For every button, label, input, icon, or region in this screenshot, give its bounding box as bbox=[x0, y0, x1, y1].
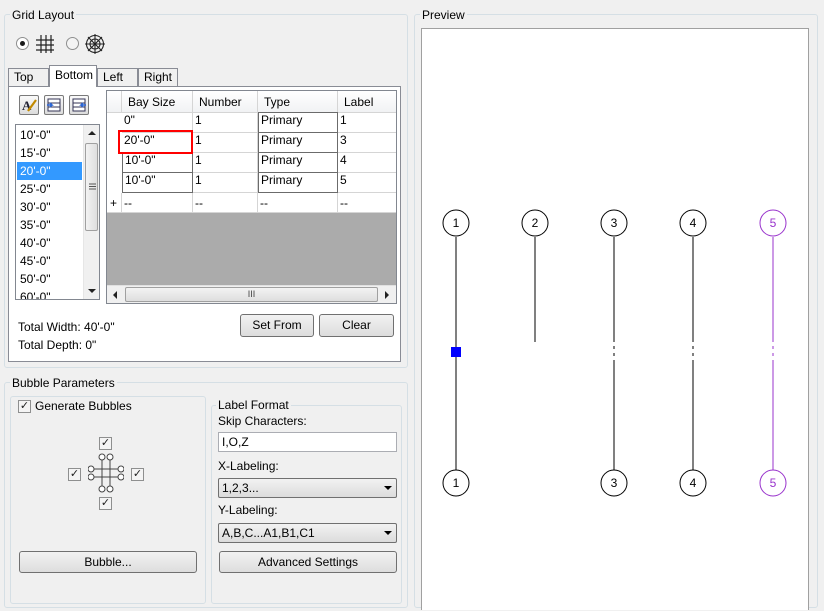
table-cell[interactable]: 1 bbox=[338, 113, 396, 133]
table-cell[interactable]: 10'-0" bbox=[122, 172, 193, 193]
set-from-button[interactable]: Set From bbox=[240, 314, 314, 337]
table-cell[interactable]: Primary bbox=[258, 132, 338, 153]
bubble-label: 1 bbox=[452, 216, 460, 230]
bubble-label: 3 bbox=[610, 476, 618, 490]
rectangular-grid-icon bbox=[36, 35, 54, 53]
x-labeling-select[interactable]: 1,2,3... bbox=[218, 478, 397, 498]
advanced-settings-button[interactable]: Advanced Settings bbox=[219, 551, 397, 573]
radial-grid-icon bbox=[85, 34, 105, 54]
table-cell[interactable]: 10'-0" bbox=[122, 152, 193, 173]
new-row-marker: + bbox=[107, 193, 122, 213]
bubble-label: 4 bbox=[689, 476, 697, 490]
list-item[interactable]: 35'-0" bbox=[17, 216, 82, 234]
bubble-label: 1 bbox=[452, 476, 460, 490]
chevron-down-icon bbox=[384, 486, 392, 490]
table-cell[interactable]: Primary bbox=[258, 112, 338, 133]
table-cell[interactable]: 1 bbox=[193, 153, 258, 173]
bubble-layout-diagram-icon bbox=[88, 453, 124, 493]
table-corner bbox=[107, 91, 122, 113]
bubble-label: 5 bbox=[769, 476, 777, 490]
column-header-label[interactable]: Label bbox=[338, 91, 396, 113]
scroll-left-arrow-icon[interactable] bbox=[113, 291, 117, 299]
grid-line-5[interactable] bbox=[759, 209, 787, 497]
tab-right[interactable]: Right bbox=[138, 68, 178, 86]
table-cell[interactable]: -- bbox=[338, 193, 396, 213]
scroll-up-arrow-icon[interactable] bbox=[88, 131, 96, 135]
x-labeling-label: X-Labeling: bbox=[218, 459, 279, 473]
skip-characters-input[interactable]: I,O,Z bbox=[218, 432, 397, 452]
list-item[interactable]: 10'-0" bbox=[17, 126, 82, 144]
table-cell[interactable]: 3 bbox=[338, 133, 396, 153]
grid-grip-handle[interactable] bbox=[451, 347, 461, 357]
grid-layout-title: Grid Layout bbox=[10, 8, 77, 22]
x-labeling-value: 1,2,3... bbox=[222, 481, 259, 495]
table-cell[interactable]: -- bbox=[193, 193, 258, 213]
table-cell[interactable]: Primary bbox=[258, 172, 338, 193]
list-item[interactable]: 50'-0" bbox=[17, 270, 82, 288]
tab-top[interactable]: Top bbox=[8, 68, 49, 86]
table-cell[interactable]: 5 bbox=[338, 173, 396, 193]
y-labeling-label: Y-Labeling: bbox=[218, 503, 278, 517]
rectangular-grid-radio[interactable] bbox=[16, 37, 29, 50]
table-cell[interactable]: -- bbox=[258, 193, 338, 213]
table-hscrollbar[interactable]: III bbox=[107, 285, 396, 303]
generate-bubbles-label: Generate Bubbles bbox=[35, 399, 132, 413]
table-empty-area bbox=[107, 213, 396, 285]
table-cell[interactable]: 1 bbox=[193, 133, 258, 153]
total-depth: Total Depth: 0" bbox=[18, 338, 97, 352]
bubble-label: 5 bbox=[769, 216, 777, 230]
table-cell[interactable]: Primary bbox=[258, 152, 338, 173]
list-item-selected[interactable]: 20'-0" bbox=[17, 162, 82, 180]
list-item[interactable]: 40'-0" bbox=[17, 234, 82, 252]
list-item[interactable]: 25'-0" bbox=[17, 180, 82, 198]
chevron-down-icon bbox=[384, 531, 392, 535]
y-labeling-value: A,B,C...A1,B1,C1 bbox=[222, 526, 315, 540]
preview-canvas[interactable]: 1 2 3 4 5 1 3 4 5 bbox=[421, 28, 809, 610]
skip-characters-label: Skip Characters: bbox=[218, 414, 307, 428]
bubble-label: 2 bbox=[531, 216, 539, 230]
total-width: Total Width: 40'-0" bbox=[18, 320, 115, 334]
insert-row-icon[interactable] bbox=[44, 95, 64, 115]
label-format-title: Label Format bbox=[216, 398, 291, 412]
column-header-number[interactable]: Number bbox=[193, 91, 258, 113]
tab-bottom[interactable]: Bottom bbox=[49, 65, 97, 87]
right-bubble-checkbox[interactable]: ✓ bbox=[131, 468, 144, 481]
bubble-button[interactable]: Bubble... bbox=[19, 551, 197, 573]
grid-line-3[interactable] bbox=[600, 209, 628, 497]
table-cell[interactable]: 4 bbox=[338, 153, 396, 173]
left-bubble-checkbox[interactable]: ✓ bbox=[68, 468, 81, 481]
column-header-type[interactable]: Type bbox=[258, 91, 338, 113]
bottom-bubble-checkbox[interactable]: ✓ bbox=[99, 497, 112, 510]
column-header-bay-size[interactable]: Bay Size bbox=[122, 91, 193, 113]
list-scrollbar[interactable] bbox=[83, 125, 99, 299]
scroll-down-arrow-icon[interactable] bbox=[88, 289, 96, 293]
tab-left[interactable]: Left bbox=[97, 68, 138, 86]
list-item[interactable]: 30'-0" bbox=[17, 198, 82, 216]
scroll-thumb-h[interactable]: III bbox=[125, 287, 378, 302]
table-cell[interactable]: 1 bbox=[193, 173, 258, 193]
list-item[interactable]: 60'-0" bbox=[17, 288, 82, 299]
scroll-thumb[interactable] bbox=[85, 143, 98, 231]
bay-size-list[interactable]: 10'-0" 15'-0" 20'-0" 25'-0" 30'-0" 35'-0… bbox=[15, 124, 100, 300]
svg-text:A: A bbox=[22, 98, 32, 113]
bubble-label: 3 bbox=[610, 216, 618, 230]
bubble-params-title: Bubble Parameters bbox=[10, 376, 117, 390]
y-labeling-select[interactable]: A,B,C...A1,B1,C1 bbox=[218, 523, 397, 543]
generate-bubbles-checkbox[interactable]: ✓ bbox=[18, 400, 31, 413]
scroll-right-arrow-icon[interactable] bbox=[385, 291, 389, 299]
delete-row-icon[interactable] bbox=[69, 95, 89, 115]
bubble-label: 4 bbox=[689, 216, 697, 230]
radial-grid-radio[interactable] bbox=[66, 37, 79, 50]
table-cell[interactable]: -- bbox=[122, 193, 193, 213]
grid-line-4[interactable] bbox=[679, 209, 707, 497]
table-cell[interactable]: 1 bbox=[193, 113, 258, 133]
list-item[interactable]: 15'-0" bbox=[17, 144, 82, 162]
preview-title: Preview bbox=[420, 8, 467, 22]
highlight-box bbox=[118, 130, 193, 154]
list-item[interactable]: 45'-0" bbox=[17, 252, 82, 270]
top-bubble-checkbox[interactable]: ✓ bbox=[99, 437, 112, 450]
bay-table[interactable]: Bay Size Number Type Label 0" 1 Primary … bbox=[106, 90, 397, 304]
clear-button[interactable]: Clear bbox=[319, 314, 394, 337]
pencil-icon[interactable]: A bbox=[19, 95, 39, 115]
